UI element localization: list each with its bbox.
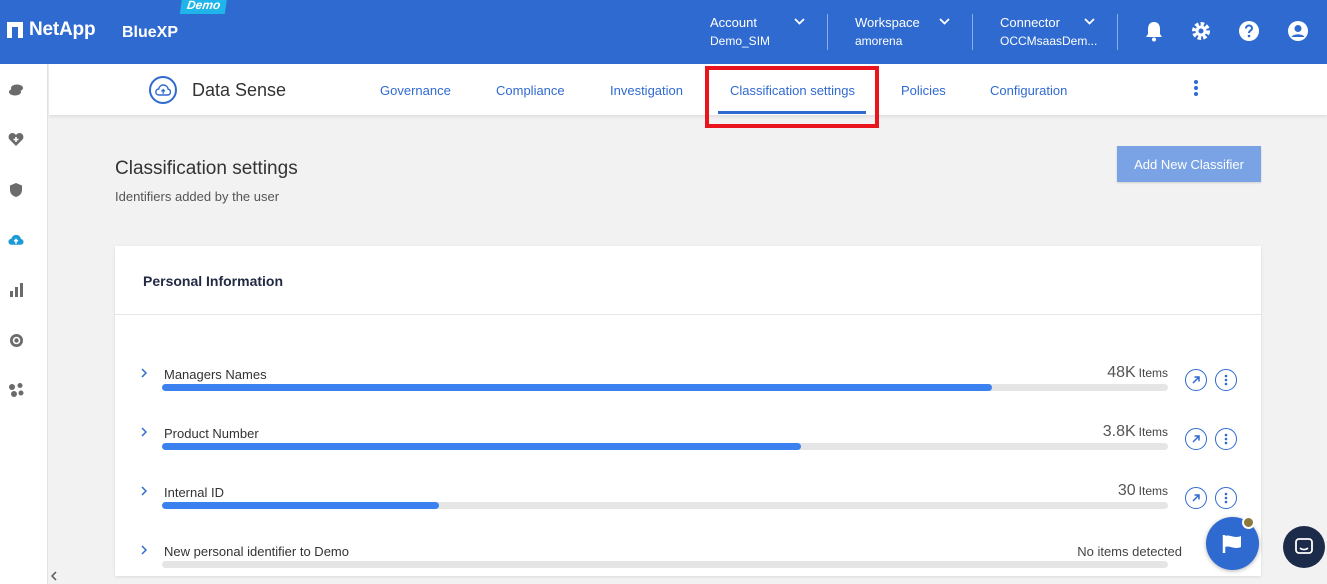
personal-information-card: Personal Information Managers Names 48K I… [115,246,1261,576]
card-title: Personal Information [143,273,284,289]
tab-compliance[interactable]: Compliance [496,83,565,98]
account-value: Demo_SIM [710,34,771,48]
product-name: BlueXP [122,24,179,41]
more-options-icon[interactable] [1192,80,1200,100]
divider [972,14,973,50]
netapp-logo-icon [7,22,23,38]
tab-configuration[interactable]: Configuration [990,83,1067,98]
chat-icon[interactable] [1283,526,1325,568]
help-icon[interactable] [1237,19,1261,43]
item-count: 3.8K Items [1102,423,1168,440]
tab-governance[interactable]: Governance [380,83,451,98]
progress-fill [162,443,801,450]
page-section-title: Data Sense [192,80,287,100]
page-title: Classification settings [115,158,298,179]
progress-fill [162,384,992,391]
item-count: 30 Items [1117,482,1168,499]
storage-icon[interactable] [8,82,24,98]
left-rail [0,64,48,584]
divider [827,14,828,50]
tab-investigation[interactable]: Investigation [610,83,683,98]
chevron-right-icon[interactable] [141,545,147,555]
progress-track [162,384,1168,391]
health-icon[interactable] [8,131,24,147]
chevron-right-icon[interactable] [141,486,147,496]
shield-icon[interactable] [8,182,24,198]
open-link-icon[interactable] [1185,428,1207,450]
progress-track [162,502,1168,509]
connector-selector[interactable]: Connector OCCMsaasDem... [1000,14,1100,50]
progress-track [162,443,1168,450]
account-selector[interactable]: Account Demo_SIM [710,14,810,50]
netapp-logo[interactable]: NetApp [7,19,96,41]
open-link-icon[interactable] [1185,487,1207,509]
analytics-icon[interactable] [8,282,24,298]
list-item: New personal identifier to Demo No items… [115,541,1261,576]
chevron-right-icon[interactable] [141,368,147,378]
chevron-right-icon[interactable] [141,427,147,437]
annotation-highlight-box [705,66,879,128]
identifier-name[interactable]: Internal ID [164,485,224,500]
scroll-left-icon[interactable] [50,570,57,584]
page-subtitle: Identifiers added by the user [115,189,280,204]
identifier-name[interactable]: New personal identifier to Demo [164,544,349,559]
data-sense-icon[interactable] [8,232,24,248]
row-more-options-icon[interactable] [1215,487,1237,509]
open-link-icon[interactable] [1185,369,1207,391]
chevron-down-icon [1084,18,1095,25]
list-item: Product Number 3.8K Items [115,423,1261,473]
divider [1117,14,1118,50]
list-item: Internal ID 30 Items [115,482,1261,532]
bell-icon[interactable] [1142,19,1166,43]
nodes-icon[interactable] [8,382,24,398]
chevron-down-icon [939,18,950,25]
add-new-classifier-button[interactable]: Add New Classifier [1117,146,1261,182]
user-icon[interactable] [1286,19,1310,43]
data-sense-nav: Data Sense Governance Compliance Investi… [49,64,1327,115]
card-header: Personal Information [115,246,1261,315]
row-more-options-icon[interactable] [1215,369,1237,391]
chevron-down-icon [794,18,805,25]
sync-icon[interactable] [8,332,24,348]
tab-policies[interactable]: Policies [901,83,946,98]
demo-badge: Demo [179,0,228,14]
row-more-options-icon[interactable] [1215,428,1237,450]
progress-track [162,561,1168,568]
identifier-name[interactable]: Managers Names [164,367,267,382]
connector-value: OCCMsaasDem... [1000,34,1098,48]
no-items-text: No items detected [1077,544,1182,559]
identifier-name[interactable]: Product Number [164,426,259,441]
progress-fill [162,502,439,509]
data-sense-logo-icon [149,76,177,104]
notification-dot [1242,516,1255,529]
workspace-selector[interactable]: Workspace amorena [855,14,955,50]
item-count: 48K Items [1107,364,1168,381]
gear-icon[interactable] [1189,19,1213,43]
list-item: Managers Names 48K Items [115,364,1261,414]
top-bar: NetApp BlueXP Demo Account Demo_SIM Work… [0,0,1327,64]
workspace-value: amorena [855,34,903,48]
brand-name: NetApp [29,19,96,40]
